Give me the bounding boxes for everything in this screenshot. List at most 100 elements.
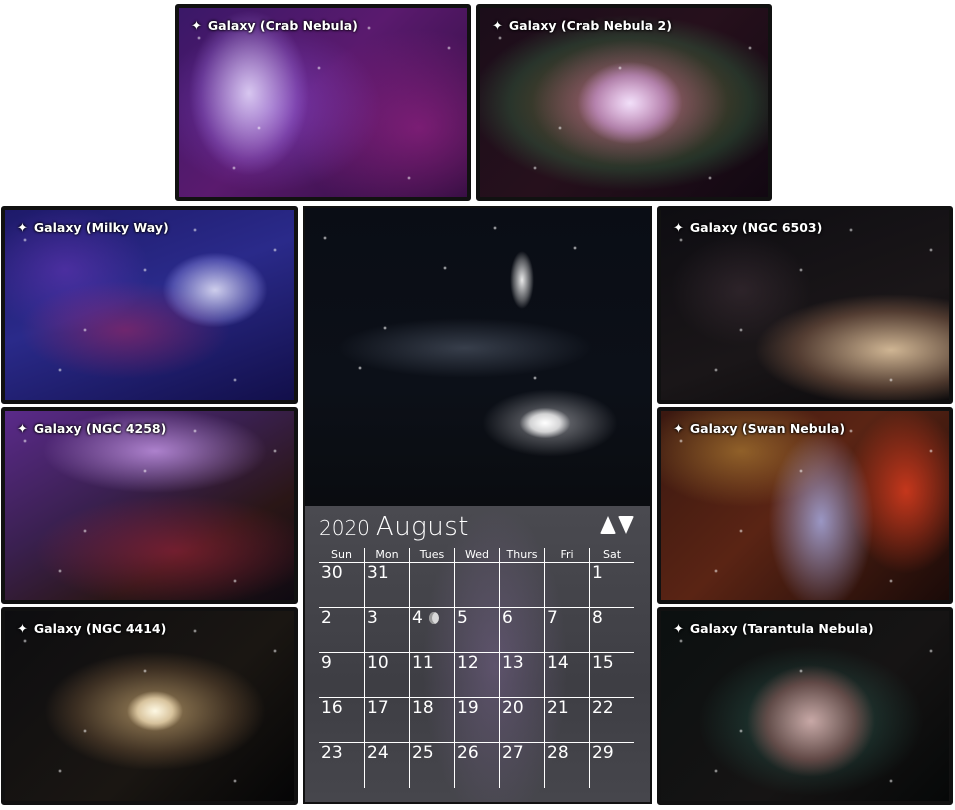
day-number: 15	[592, 653, 614, 673]
calendar-day[interactable]: 27	[499, 743, 544, 788]
calendar-day[interactable]: 10	[364, 653, 409, 698]
day-number: 13	[502, 653, 524, 673]
day-number: 4	[412, 608, 423, 628]
calendar-day[interactable]: 18	[409, 698, 454, 743]
milky-way-image	[5, 210, 294, 400]
calendar-header: 2020 August	[319, 512, 469, 542]
calendar-day[interactable]: 31	[364, 563, 409, 608]
calendar-day[interactable]: 29	[589, 743, 634, 788]
day-number: 22	[592, 698, 614, 718]
day-number: 16	[321, 698, 343, 718]
calendar-day[interactable]	[499, 563, 544, 608]
calendar-day[interactable]: 24	[364, 743, 409, 788]
day-number: 27	[502, 743, 524, 763]
day-number: 18	[412, 698, 434, 718]
gallery-caption: Galaxy (NGC 6503)	[689, 220, 823, 235]
day-number: 26	[457, 743, 479, 763]
gallery-caption: Galaxy (NGC 4414)	[33, 621, 167, 636]
calendar-day[interactable]: 2	[319, 608, 364, 653]
calendar-day[interactable]	[544, 563, 589, 608]
day-number: 2	[321, 608, 332, 628]
calendar-day[interactable]: 7	[544, 608, 589, 653]
sparkle-icon: ✦	[17, 221, 28, 236]
gallery-caption: Galaxy (Milky Way)	[33, 220, 169, 235]
day-number: 9	[321, 653, 332, 673]
calendar-day[interactable]: 20	[499, 698, 544, 743]
gallery-card-ngc-4414[interactable]: ✦ Galaxy (NGC 4414)	[1, 607, 298, 805]
featured-galaxy-image	[305, 208, 650, 506]
weekday-label: Sat	[589, 548, 634, 562]
swan-nebula-image	[661, 411, 949, 600]
day-number: 19	[457, 698, 479, 718]
calendar-day[interactable]: 17	[364, 698, 409, 743]
ngc-4258-image	[5, 411, 294, 600]
sparkle-icon: ✦	[191, 19, 202, 34]
triangle-up-icon[interactable]	[600, 516, 616, 534]
sparkle-icon: ✦	[673, 422, 684, 437]
day-number: 14	[547, 653, 569, 673]
calendar-days: 30 31 1 2 3 4 5 6 7 8 9 10 11 12 13 14 15 16 17 18 19 20 21 22 2…	[319, 563, 634, 788]
gallery-card-ngc-6503[interactable]: ✦ Galaxy (NGC 6503)	[657, 206, 953, 404]
calendar-day[interactable]: 15	[589, 653, 634, 698]
gallery-card-milky-way[interactable]: ✦ Galaxy (Milky Way)	[1, 206, 298, 404]
day-number: 8	[592, 608, 603, 628]
calendar-day[interactable]: 6	[499, 608, 544, 653]
calendar-day[interactable]: 4	[409, 608, 454, 653]
calendar-day[interactable]: 16	[319, 698, 364, 743]
day-number: 21	[547, 698, 569, 718]
calendar-day[interactable]: 22	[589, 698, 634, 743]
gallery-caption: Galaxy (Crab Nebula 2)	[508, 18, 672, 33]
day-number: 10	[367, 653, 389, 673]
calendar-day[interactable]	[409, 563, 454, 608]
calendar-day[interactable]: 23	[319, 743, 364, 788]
calendar-day[interactable]: 13	[499, 653, 544, 698]
calendar-day[interactable]: 9	[319, 653, 364, 698]
calendar-day[interactable]: 8	[589, 608, 634, 653]
day-number: 6	[502, 608, 513, 628]
gallery-caption: Galaxy (NGC 4258)	[33, 421, 167, 436]
weekday-label: Mon	[364, 548, 409, 562]
gallery-card-crab-nebula[interactable]: ✦ Galaxy (Crab Nebula)	[175, 4, 471, 201]
day-number: 12	[457, 653, 479, 673]
calendar-day[interactable]: 19	[454, 698, 499, 743]
sparkle-icon: ✦	[673, 221, 684, 236]
gallery-card-ngc-4258[interactable]: ✦ Galaxy (NGC 4258)	[1, 407, 298, 604]
calendar-day[interactable]: 21	[544, 698, 589, 743]
calendar-day[interactable]: 14	[544, 653, 589, 698]
calendar-panel: 2020 August Sun Mon Tues Wed Thurs Fri Sat 30 3…	[305, 506, 650, 802]
calendar-day[interactable]: 3	[364, 608, 409, 653]
gallery-caption: Galaxy (Swan Nebula)	[689, 421, 846, 436]
day-number: 11	[412, 653, 434, 673]
calendar-day[interactable]: 11	[409, 653, 454, 698]
calendar-nav	[600, 516, 634, 534]
weekday-label: Wed	[454, 548, 499, 562]
calendar-day[interactable]: 28	[544, 743, 589, 788]
calendar-day[interactable]: 30	[319, 563, 364, 608]
gallery-card-crab-nebula-2[interactable]: ✦ Galaxy (Crab Nebula 2)	[476, 4, 772, 201]
weekday-label: Tues	[409, 548, 454, 562]
calendar-day[interactable]: 1	[589, 563, 634, 608]
day-number: 28	[547, 743, 569, 763]
calendar-day[interactable]: 12	[454, 653, 499, 698]
calendar-day[interactable]: 5	[454, 608, 499, 653]
calendar-month: August	[375, 512, 469, 542]
sparkle-icon: ✦	[673, 622, 684, 637]
ngc-4414-image	[5, 611, 294, 801]
calendar-day[interactable]: 25	[409, 743, 454, 788]
weekday-label: Sun	[331, 548, 352, 561]
day-number: 7	[547, 608, 558, 628]
day-number: 30	[321, 563, 343, 583]
moon-phase-icon	[428, 612, 439, 624]
sparkle-icon: ✦	[492, 19, 503, 34]
gallery-caption: Galaxy (Tarantula Nebula)	[689, 621, 874, 636]
triangle-down-icon[interactable]	[618, 516, 634, 534]
day-number: 25	[412, 743, 434, 763]
gallery-card-tarantula-nebula[interactable]: ✦ Galaxy (Tarantula Nebula)	[657, 607, 953, 805]
day-number: 31	[367, 563, 389, 583]
day-number: 23	[321, 743, 343, 763]
calendar-day[interactable]	[454, 563, 499, 608]
calendar-day[interactable]: 26	[454, 743, 499, 788]
day-number: 24	[367, 743, 389, 763]
gallery-card-swan-nebula[interactable]: ✦ Galaxy (Swan Nebula)	[657, 407, 953, 604]
day-number: 3	[367, 608, 378, 628]
